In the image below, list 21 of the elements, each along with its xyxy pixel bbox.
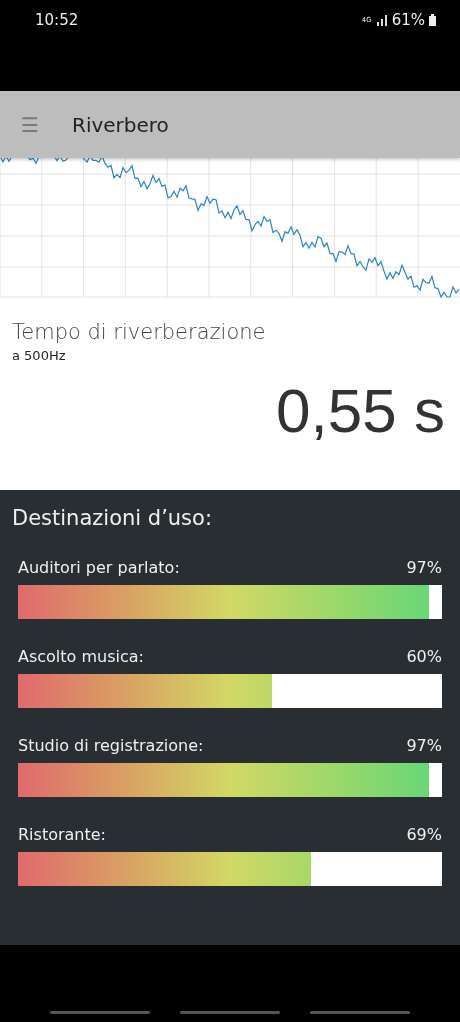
- use-label: Auditori per parlato:: [18, 558, 180, 577]
- use-percent: 97%: [406, 558, 442, 577]
- status-time: 10:52: [35, 11, 79, 29]
- screen-title: Riverbero: [72, 112, 169, 137]
- signal-icon: [375, 14, 388, 26]
- use-label: Ristorante:: [18, 825, 106, 844]
- reverb-frequency: a 500Hz: [12, 348, 67, 363]
- reverb-time-value: 0,55 s: [276, 375, 445, 446]
- uses-title: Destinazioni d’uso:: [12, 506, 213, 530]
- battery-label: 61%: [391, 11, 425, 29]
- menu-button[interactable]: ☰: [15, 112, 45, 137]
- use-label: Ascolto musica:: [18, 647, 144, 666]
- battery-icon: [429, 14, 436, 26]
- use-percent: 69%: [406, 825, 442, 844]
- use-percent: 97%: [406, 736, 442, 755]
- nav-button[interactable]: [180, 1011, 280, 1014]
- use-label: Studio di registrazione:: [18, 736, 204, 755]
- reverb-title: Tempo di riverberazione: [12, 320, 267, 344]
- use-percent: 60%: [406, 647, 442, 666]
- nav-button[interactable]: [310, 1011, 410, 1014]
- nav-button[interactable]: [50, 1011, 150, 1014]
